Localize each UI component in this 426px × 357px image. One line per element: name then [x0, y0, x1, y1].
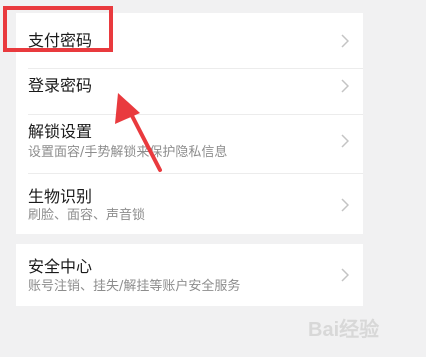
watermark-logo: Bai经验	[308, 317, 379, 341]
watermark-text: Bai经验	[308, 317, 379, 341]
arrow-annotation	[115, 93, 162, 172]
